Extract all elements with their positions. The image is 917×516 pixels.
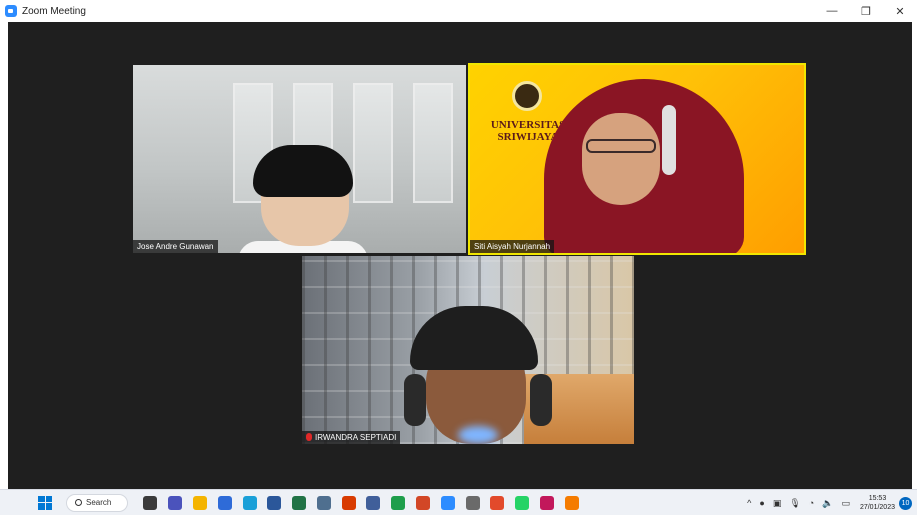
zoom-icon[interactable]: [440, 495, 455, 510]
participant-name: Jose Andre Gunawan: [133, 240, 218, 253]
chrome-icon[interactable]: [391, 495, 406, 510]
headphone-right: [530, 374, 552, 426]
tray-drive-icon[interactable]: ▣: [773, 498, 782, 509]
snipping-icon[interactable]: [539, 495, 554, 510]
background-window: [353, 83, 393, 203]
taskbar: Search ^ ● ▣ 🎙 ◔ 🔈 ▭ 15:53 27/01/2023 10: [0, 489, 917, 515]
chrome-beta-icon[interactable]: [490, 495, 505, 510]
task-view-icon[interactable]: [143, 495, 158, 510]
system-tray: ^ ● ▣ 🎙 ◔ 🔈 ▭ 15:53 27/01/2023 10: [743, 490, 917, 516]
participant-name: IRWANDRA SEPTIADI: [315, 433, 397, 442]
headphone-left: [404, 374, 426, 426]
app-grey-icon[interactable]: [316, 495, 331, 510]
taskbar-apps: [138, 495, 584, 510]
video-tile-siti[interactable]: UNIVERSITAS SRIWIJAYA Siti Aisyah Nurjan…: [468, 63, 806, 255]
background-window: [413, 83, 453, 203]
clock[interactable]: 15:53 27/01/2023: [860, 494, 895, 512]
participant-hair: [253, 145, 353, 197]
volume-icon[interactable]: 🔈: [822, 498, 833, 509]
mic-muted-icon: [306, 433, 312, 441]
notepad-icon[interactable]: [242, 495, 257, 510]
window-title: Zoom Meeting: [22, 5, 86, 17]
notification-badge[interactable]: 10: [899, 496, 912, 510]
participant-glasses: [586, 139, 656, 153]
search-label: Search: [86, 498, 112, 507]
clock-time: 15:53: [868, 495, 887, 502]
light-glow: [458, 426, 498, 444]
chat-icon[interactable]: [168, 495, 183, 510]
video-tile-irwandra[interactable]: IRWANDRA SEPTIADI: [302, 256, 634, 444]
pdf-icon[interactable]: [341, 495, 356, 510]
excel-icon[interactable]: [292, 495, 307, 510]
close-button[interactable]: ✕: [883, 0, 917, 22]
search-icon: [75, 499, 82, 506]
battery-icon[interactable]: ▭: [841, 498, 850, 509]
wifi-icon[interactable]: ◔: [809, 498, 814, 508]
clock-date: 27/01/2023: [859, 504, 895, 511]
chevron-up-icon[interactable]: ^: [747, 498, 751, 508]
restore-button[interactable]: ❐: [849, 0, 883, 22]
powerpoint-icon[interactable]: [415, 495, 430, 510]
whatsapp-icon[interactable]: [515, 495, 530, 510]
participant-face: [582, 113, 660, 205]
zoom-app-icon: [5, 5, 17, 17]
window-controls: — ❐ ✕: [815, 0, 917, 22]
participant-name: Siti Aisyah Nurjannah: [470, 240, 555, 253]
word-icon[interactable]: [267, 495, 282, 510]
vlc-icon[interactable]: [564, 495, 579, 510]
participant-name-bar: IRWANDRA SEPTIADI: [302, 431, 401, 444]
title-bar: Zoom Meeting — ❐ ✕: [0, 0, 917, 22]
university-logo-icon: [512, 81, 542, 111]
meeting-gallery: Jose Andre Gunawan UNIVERSITAS SRIWIJAYA…: [8, 22, 912, 489]
microphone-icon[interactable]: 🎙: [789, 498, 800, 509]
minimize-button[interactable]: —: [815, 0, 849, 22]
pen-icon[interactable]: [465, 495, 480, 510]
camera-icon[interactable]: [366, 495, 381, 510]
video-tile-jose[interactable]: Jose Andre Gunawan: [133, 65, 466, 253]
file-explorer-icon[interactable]: [192, 495, 207, 510]
windows-start-icon[interactable]: [38, 495, 52, 510]
tray-app-icon[interactable]: ●: [759, 498, 764, 508]
taskbar-search[interactable]: Search: [66, 493, 128, 512]
app-blue-icon[interactable]: [217, 495, 232, 510]
headset-icon: [662, 105, 676, 175]
